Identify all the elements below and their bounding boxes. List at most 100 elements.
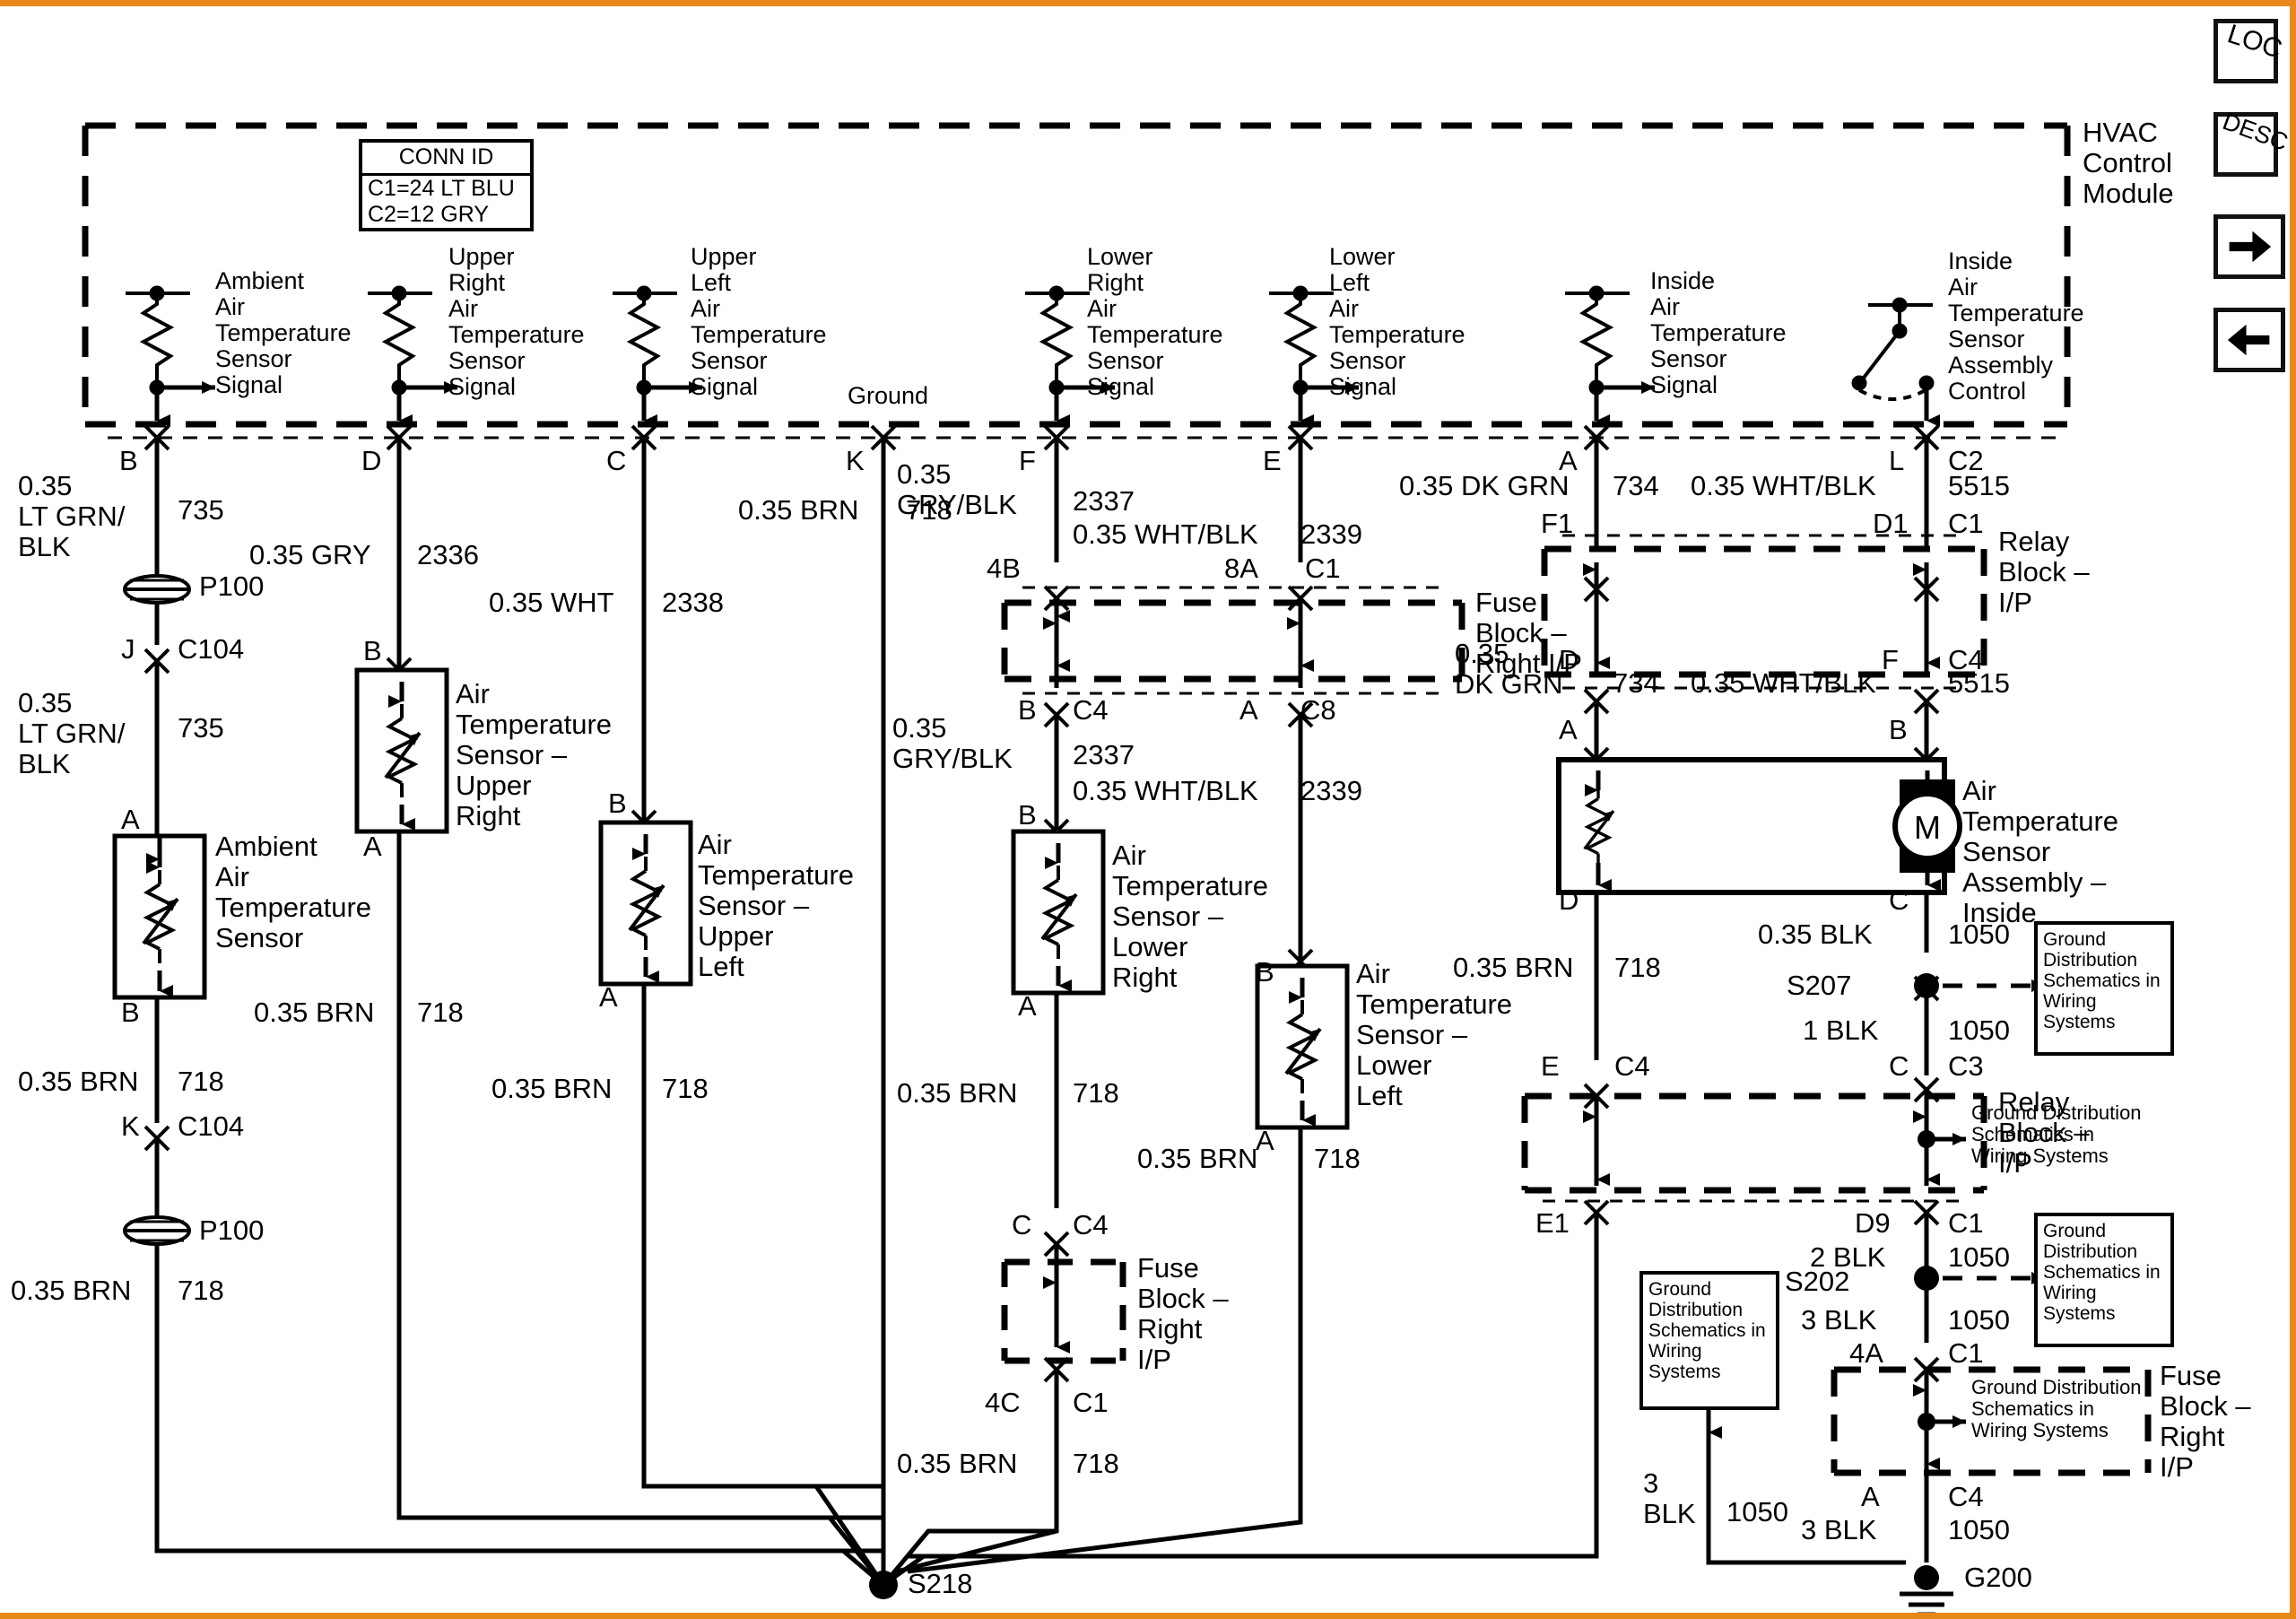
arrow-left-icon — [2227, 324, 2270, 356]
wire-label-2336: 0.35 GRY — [249, 539, 371, 570]
sensor-label-ambient: Ambient Air Temperature Sensor — [215, 831, 372, 953]
wire-number-718-a: 718 — [178, 1066, 224, 1097]
fuse-pin-8a: 8A — [1224, 553, 1258, 584]
wire-label-2339-b: 0.35 WHT/BLK — [1073, 775, 1258, 806]
fuse-conn-c4-lower: C4 — [1073, 1209, 1109, 1240]
fuse-pin-a: A — [1239, 694, 1258, 726]
pin-a-upper-left-sensor: A — [599, 981, 618, 1013]
relay-block-label-upper: Relay Block – I/P — [1998, 526, 2090, 618]
pin-a-ambient-sensor: A — [121, 804, 140, 835]
fuse-pin-a-bottom: A — [1861, 1481, 1880, 1512]
pin-d-upper-right: D — [361, 445, 382, 476]
inside-sensor-assembly-box: M — [1556, 757, 1962, 895]
conn-id-box: CONN ID C1=24 LT BLU C2=12 GRY — [359, 139, 534, 231]
wire-number-2339-a: 2339 — [1300, 518, 1362, 550]
loc-button[interactable]: LOC — [2213, 19, 2285, 83]
fuse-conn-c4: C4 — [1073, 694, 1109, 726]
wire-label-735-b: 0.35 LT GRN/ BLK — [18, 687, 126, 779]
wire-label-718-g: 0.35 BRN — [897, 1448, 1018, 1479]
wire-label-1050-d: 3 BLK — [1801, 1304, 1877, 1336]
wire-label-718-c: 0.35 BRN — [254, 997, 375, 1028]
wire-number-718-i: 718 — [1614, 952, 1661, 983]
wire-label-734-a: 0.35 DK GRN — [1399, 470, 1570, 501]
wire-number-718-h: 718 — [1314, 1143, 1361, 1174]
splice-pin-d9: D9 — [1855, 1207, 1891, 1239]
wire-label-718-a: 0.35 BRN — [18, 1066, 139, 1097]
fuse-conn-c1-bottom: C1 — [1948, 1337, 1984, 1369]
wire-label-718-e: 0.35 BRN — [738, 494, 859, 526]
relay-conn-c3: C3 — [1948, 1050, 1984, 1082]
fuse-conn-c8: C8 — [1300, 694, 1336, 726]
module-input-label-inside: Inside Air Temperature Sensor Signal — [1650, 267, 1787, 398]
wire-label-2338: 0.35 WHT — [489, 587, 614, 618]
ground-distribution-box-1[interactable]: Ground Distribution Schematics in Wiring… — [2034, 921, 2174, 1056]
desc-button[interactable]: DESC — [2213, 108, 2290, 177]
pin-b-ambient-sensor: B — [121, 997, 140, 1028]
splice-s202-label: S202 — [1785, 1266, 1850, 1297]
sensor-label-upper-right: Air Temperature Sensor – Upper Right — [456, 678, 613, 831]
wire-number-2337-b: 2337 — [1073, 739, 1135, 770]
ground-distribution-box-2[interactable]: Ground Distribution Schematics in Wiring… — [2034, 1213, 2174, 1347]
splice-s218-label: S218 — [908, 1568, 973, 1599]
pin-a-lower-left-sensor: A — [1256, 1125, 1274, 1156]
conn-c104-upper: C104 — [178, 633, 245, 665]
p100-label-a: P100 — [199, 570, 265, 602]
relay-conn-c4: C4 — [1948, 644, 1984, 675]
wire-number-1050-b: 1050 — [1948, 1014, 2010, 1046]
wire-number-734-a: 734 — [1613, 470, 1659, 501]
previous-button[interactable] — [2213, 308, 2285, 372]
ground-distribution-inline-2: Ground Distribution Schematics in Wiring… — [1971, 1376, 2142, 1441]
wire-number-2337-a: 2337 — [1073, 485, 1135, 517]
pin-c-upper-left: C — [606, 445, 627, 476]
svg-text:M: M — [1914, 809, 1941, 846]
relay-pin-e1: E1 — [1535, 1207, 1570, 1239]
pin-k-c104: K — [121, 1110, 140, 1142]
fuse-block-right-ip-upper — [1001, 586, 1465, 695]
pin-e-lower-left: E — [1263, 445, 1282, 476]
pin-k-ground: K — [846, 445, 865, 476]
relay-pin-f1: F1 — [1541, 508, 1574, 539]
wire-label-2337-b: 0.35 GRY/BLK — [892, 712, 1013, 774]
hvac-module-title: HVAC Control Module — [2083, 117, 2174, 209]
pin-b-upper-left-sensor: B — [608, 788, 627, 819]
wire-number-2339-b: 2339 — [1300, 775, 1362, 806]
conn-c104-lower: C104 — [178, 1110, 245, 1142]
conn-id-row-c2: C2=12 GRY — [368, 202, 490, 227]
wire-number-1050-f: 1050 — [1726, 1496, 1788, 1528]
module-input-label-upper-right: Upper Right Air Temperature Sensor Signa… — [448, 243, 585, 400]
relay-conn-c4-lower: C4 — [1614, 1050, 1650, 1082]
fuse-block-right-ip-lower — [1001, 1258, 1126, 1364]
fuse-block-label-upper: Fuse Block – Right I/P — [1475, 587, 1582, 679]
wire-label-718-h: 0.35 BRN — [1137, 1143, 1258, 1174]
wire-number-735-a: 735 — [178, 494, 224, 526]
wire-label-5515-b: 0.35 WHT/BLK — [1691, 667, 1876, 699]
wire-number-1050-a: 1050 — [1948, 918, 2010, 950]
wire-number-2338: 2338 — [662, 587, 724, 618]
wire-label-1050-b: 1 BLK — [1803, 1014, 1879, 1046]
pin-a-assembly: A — [1559, 714, 1578, 745]
pin-a-lower-right-sensor: A — [1018, 990, 1037, 1022]
next-button[interactable] — [2213, 214, 2285, 279]
wire-number-5515-a: 5515 — [1948, 470, 2010, 501]
wire-label-1050-e: 3 BLK — [1801, 1514, 1877, 1545]
s218-splice-legs — [157, 1484, 1596, 1588]
wire-number-735-b: 735 — [178, 712, 224, 744]
wire-label-718-d: 0.35 BRN — [491, 1073, 613, 1104]
pin-a-upper-right-sensor: A — [363, 831, 382, 862]
fuse-block-label-bottom: Fuse Block – Right I/P — [2160, 1360, 2251, 1483]
ground-distribution-box-3[interactable]: Ground Distribution Schematics in Wiring… — [1639, 1271, 1779, 1410]
splice-conn-c1: C1 — [1948, 1207, 1984, 1239]
fuse-pin-c: C — [1012, 1209, 1032, 1240]
relay-block-ip-upper — [1541, 534, 1987, 690]
relay-block-ip-lower — [1521, 1092, 1987, 1203]
module-input-label-assembly-control: Inside Air Temperature Sensor Assembly C… — [1948, 248, 2084, 405]
wire-label-5515-a: 0.35 WHT/BLK — [1691, 470, 1876, 501]
wire-label-1050-a: 0.35 BLK — [1758, 918, 1873, 950]
wiring-diagram-page: M LOC DESC CONN ID C1=24 LT BLU C2=12 GR… — [0, 0, 2296, 1619]
fuse-conn-c1-lower: C1 — [1073, 1387, 1109, 1418]
wire-number-718-f: 718 — [1073, 1077, 1119, 1109]
fuse-conn-c1: C1 — [1305, 553, 1341, 584]
ground-distribution-inline-1: Ground Distribution Schematics in Wiring… — [1971, 1101, 2142, 1167]
relay-pin-e: E — [1541, 1050, 1560, 1082]
pin-b-assembly: B — [1889, 714, 1908, 745]
